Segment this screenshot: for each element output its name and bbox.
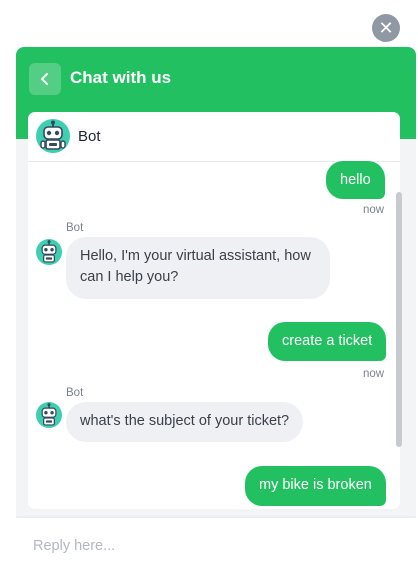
message-timestamp: now bbox=[363, 204, 385, 216]
message-scrollbar[interactable] bbox=[396, 192, 402, 447]
conversation-panel: Bot hello now Bot Hello, I'm your virtua… bbox=[28, 112, 400, 509]
user-message: my bike is broken bbox=[245, 466, 386, 506]
message-sender: Bot bbox=[66, 387, 84, 399]
message-timestamp: now bbox=[363, 368, 385, 380]
chat-title: Chat with us bbox=[70, 68, 172, 87]
message-sender: Bot bbox=[66, 222, 84, 234]
bot-message: what's the subject of your ticket? bbox=[66, 402, 304, 442]
robot-avatar-icon bbox=[36, 119, 70, 153]
agent-header: Bot bbox=[28, 112, 400, 162]
close-button[interactable]: ✕ bbox=[372, 14, 400, 42]
reply-composer bbox=[16, 518, 416, 581]
message-list: hello now Bot Hello, I'm your virtual as… bbox=[28, 161, 400, 509]
bot-message: Hello, I'm your virtual assistant, how c… bbox=[66, 237, 330, 299]
robot-avatar-icon bbox=[36, 402, 62, 428]
agent-name: Bot bbox=[78, 128, 101, 145]
user-message: hello bbox=[326, 161, 385, 199]
back-button[interactable] bbox=[29, 63, 61, 95]
chevron-left-icon bbox=[41, 73, 48, 85]
user-message: create a ticket bbox=[268, 322, 387, 361]
chat-widget: Chat with us Bot hello now Bot Hello, I'… bbox=[16, 47, 416, 581]
robot-avatar-icon bbox=[36, 239, 62, 265]
close-icon: ✕ bbox=[378, 18, 394, 38]
reply-input[interactable] bbox=[16, 518, 416, 574]
